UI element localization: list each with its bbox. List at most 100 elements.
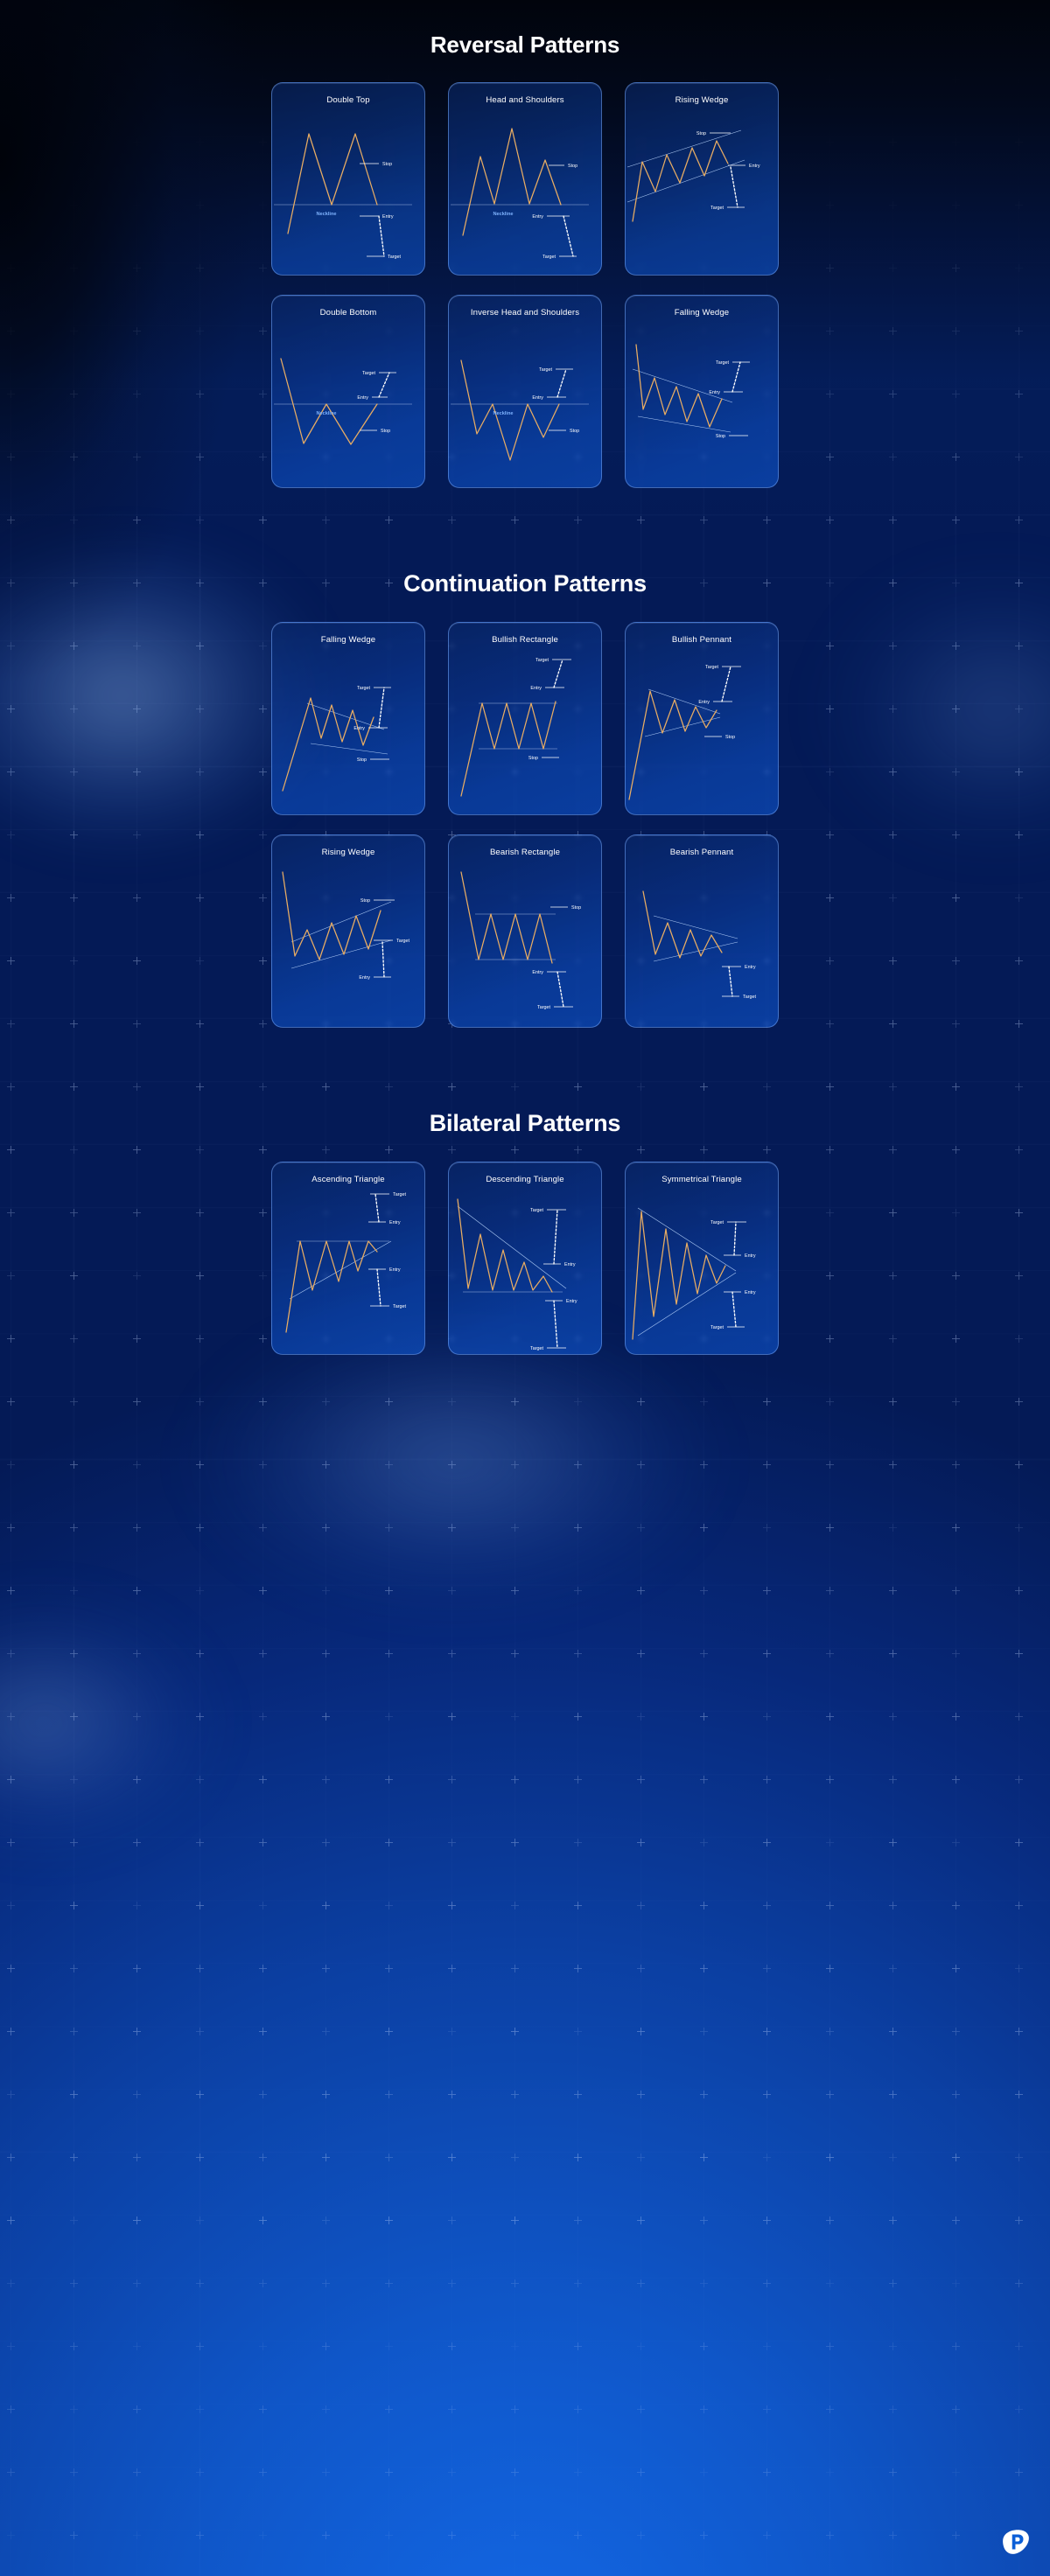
svg-text:Neckline: Neckline	[316, 411, 336, 416]
svg-text:Target: Target	[743, 995, 756, 1000]
svg-text:Stop: Stop	[357, 757, 367, 763]
svg-text:Stop: Stop	[382, 162, 392, 167]
pattern-card[interactable]: Head and Shoulders Stop Entry Target Necklin…	[448, 82, 602, 276]
svg-text:Entry: Entry	[709, 390, 720, 395]
pattern-card[interactable]: Bearish Pennant Entry Target	[625, 834, 779, 1028]
svg-text:Target: Target	[530, 1346, 543, 1351]
svg-text:Entry: Entry	[354, 726, 365, 731]
pattern-card-title: Head and Shoulders	[486, 95, 564, 105]
section-reversal: Reversal Patterns Double Top Stop Entry Targ…	[0, 0, 1050, 488]
svg-text:Target: Target	[710, 206, 724, 211]
svg-text:Entry: Entry	[745, 1290, 756, 1295]
svg-text:Target: Target	[393, 1304, 406, 1309]
pattern-chart: Stop Entry Target Neckline	[272, 106, 424, 275]
pattern-chart: Target Entry Entry Target	[626, 1185, 778, 1354]
svg-text:Stop: Stop	[528, 756, 538, 761]
svg-text:Stop: Stop	[568, 164, 578, 169]
svg-text:Entry: Entry	[532, 395, 543, 401]
pattern-chart: Target Entry Stop	[449, 646, 601, 814]
logo-p-mark[interactable]	[1001, 2527, 1031, 2557]
pattern-chart: Target Entry Entry Target	[449, 1185, 601, 1354]
pattern-card-title: Rising Wedge	[675, 95, 729, 105]
svg-text:Entry: Entry	[530, 686, 542, 691]
pattern-card-title: Falling Wedge	[320, 635, 376, 645]
svg-text:Target: Target	[710, 1220, 724, 1225]
pattern-card-title: Ascending Triangle	[312, 1175, 385, 1184]
svg-text:Entry: Entry	[532, 970, 543, 975]
section-continuation: Continuation Patterns Falling Wedge Target…	[0, 488, 1050, 1028]
svg-text:Entry: Entry	[698, 700, 710, 705]
pattern-card-title: Double Bottom	[319, 308, 377, 318]
pattern-card[interactable]: Double Bottom Target Entry Stop Neckline	[271, 295, 425, 488]
pattern-card-title: Double Top	[326, 95, 370, 105]
pattern-card-title: Inverse Head and Shoulders	[470, 308, 580, 318]
pattern-card-title: Rising Wedge	[321, 848, 375, 857]
svg-text:Entry: Entry	[745, 1253, 756, 1259]
svg-text:Entry: Entry	[359, 975, 370, 981]
svg-text:Target: Target	[396, 939, 410, 944]
section-title-reversal: Reversal Patterns	[430, 31, 620, 58]
pattern-card[interactable]: Falling Wedge Target Entry Stop	[625, 295, 779, 488]
svg-text:Stop: Stop	[570, 429, 579, 434]
svg-text:Entry: Entry	[357, 395, 368, 401]
pattern-card-title: Bearish Pennant	[669, 848, 734, 857]
svg-text:Target: Target	[536, 658, 549, 663]
pattern-card[interactable]: Inverse Head and Shoulders Target Entry Sto…	[448, 295, 602, 488]
section-bilateral: Bilateral Patterns Ascending Triangle Targ…	[0, 1028, 1050, 1355]
pattern-card-title: Descending Triangle	[486, 1175, 564, 1184]
pattern-grid-continuation: Falling Wedge Target Entry Stop Bullish Rect…	[0, 622, 1050, 1028]
svg-text:Entry: Entry	[749, 164, 760, 169]
pattern-card[interactable]: Rising Wedge Stop Entry Target	[625, 82, 779, 276]
pattern-card-title: Bearish Rectangle	[489, 848, 561, 857]
svg-text:Stop: Stop	[571, 905, 581, 911]
svg-text:Target: Target	[542, 255, 556, 260]
pattern-chart: Target Entry Stop	[626, 646, 778, 814]
svg-text:Target: Target	[537, 1005, 550, 1010]
svg-text:Target: Target	[357, 686, 370, 691]
svg-text:Stop: Stop	[696, 131, 706, 136]
section-title-bilateral: Bilateral Patterns	[429, 1110, 621, 1136]
pattern-card[interactable]: Bearish Rectangle Stop Entry Target	[448, 834, 602, 1028]
pattern-card[interactable]: Symmetrical Triangle Target Entry Entry Targ…	[625, 1162, 779, 1355]
svg-text:Stop: Stop	[716, 434, 725, 439]
pattern-grid-bilateral: Ascending Triangle Target Entry Entry Target…	[0, 1162, 1050, 1355]
svg-text:Entry: Entry	[566, 1299, 578, 1304]
svg-text:Entry: Entry	[389, 1267, 401, 1273]
pattern-card[interactable]: Falling Wedge Target Entry Stop	[271, 622, 425, 815]
pattern-chart: Target Entry Stop Neckline	[449, 318, 601, 487]
pattern-chart: Stop Entry Target	[449, 858, 601, 1027]
svg-text:Target: Target	[716, 360, 729, 366]
pattern-chart: Stop Entry Target Neckline	[449, 106, 601, 275]
svg-text:Stop: Stop	[381, 429, 390, 434]
svg-text:Target: Target	[530, 1208, 543, 1213]
svg-text:Target: Target	[388, 255, 401, 260]
pattern-card-title: Falling Wedge	[674, 308, 730, 318]
svg-text:Target: Target	[362, 371, 375, 376]
pattern-card[interactable]: Descending Triangle Target Entry Entry Targe…	[448, 1162, 602, 1355]
svg-text:Target: Target	[539, 367, 552, 373]
pattern-chart: Target Entry Stop	[272, 646, 424, 814]
svg-text:Stop: Stop	[360, 898, 370, 904]
pattern-chart: Target Entry Stop	[626, 318, 778, 487]
svg-text:Target: Target	[393, 1192, 406, 1197]
svg-text:Entry: Entry	[389, 1220, 401, 1225]
svg-text:Entry: Entry	[532, 214, 543, 220]
pattern-chart: Stop Target Entry	[272, 858, 424, 1027]
pattern-card[interactable]: Bullish Pennant Target Entry Stop	[625, 622, 779, 815]
svg-text:Target: Target	[705, 665, 718, 670]
svg-text:Entry: Entry	[745, 965, 756, 970]
svg-text:Neckline: Neckline	[316, 212, 336, 217]
pattern-card[interactable]: Ascending Triangle Target Entry Entry Target	[271, 1162, 425, 1355]
pattern-card-title: Bullish Rectangle	[492, 635, 558, 645]
pattern-chart: Entry Target	[626, 858, 778, 1027]
pattern-card[interactable]: Rising Wedge Stop Target Entry	[271, 834, 425, 1028]
pattern-card[interactable]: Bullish Rectangle Target Entry Stop	[448, 622, 602, 815]
pattern-chart: Stop Entry Target	[626, 106, 778, 275]
svg-text:Entry: Entry	[382, 214, 394, 220]
pattern-card[interactable]: Double Top Stop Entry Target Neckline	[271, 82, 425, 276]
pattern-card-title: Bullish Pennant	[671, 635, 732, 645]
svg-text:Entry: Entry	[564, 1262, 576, 1267]
svg-text:Neckline: Neckline	[493, 212, 513, 217]
pattern-chart: Target Entry Stop Neckline	[272, 318, 424, 487]
section-title-continuation: Continuation Patterns	[403, 570, 647, 597]
